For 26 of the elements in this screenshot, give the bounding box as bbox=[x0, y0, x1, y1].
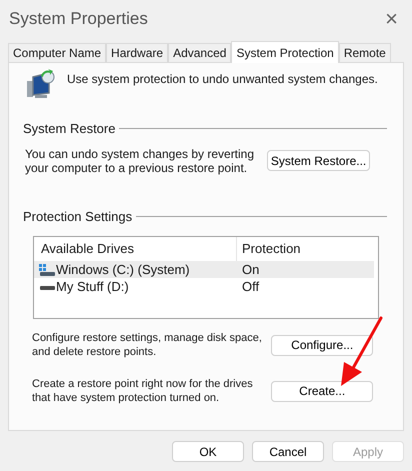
tab[interactable]: Advanced bbox=[168, 43, 232, 62]
drive-row[interactable]: My Stuff (D:) Off bbox=[34, 278, 374, 295]
drive-name: Windows (C:) (System) bbox=[56, 260, 190, 279]
dialog-button[interactable]: Cancel bbox=[252, 441, 324, 462]
dialog-button[interactable]: OK bbox=[172, 441, 244, 462]
intro-text: Use system protection to undo unwanted system changes. bbox=[67, 71, 378, 88]
protection-status: Off bbox=[241, 278, 260, 296]
window-title: System Properties bbox=[9, 8, 148, 30]
protection-status: On bbox=[241, 260, 260, 279]
tab[interactable]: Hardware bbox=[106, 43, 168, 62]
dialog-button[interactable]: Configure... bbox=[271, 334, 373, 356]
drive-name: My Stuff (D:) bbox=[56, 278, 129, 296]
dialog-button[interactable]: Create... bbox=[271, 380, 373, 402]
column-header: Protection bbox=[241, 240, 302, 258]
tab[interactable]: System Protection bbox=[231, 41, 339, 63]
tab[interactable]: Computer Name bbox=[8, 43, 106, 62]
dialog-button[interactable]: System Restore... bbox=[267, 150, 370, 171]
group-heading: Protection Settings bbox=[23, 208, 132, 226]
tab[interactable]: Remote bbox=[338, 43, 391, 62]
description-text: You can undo system changes by reverting your computer to a previous restore point. bbox=[25, 146, 256, 174]
drive-icon bbox=[39, 264, 55, 276]
group-heading: System Restore bbox=[23, 120, 116, 138]
description-text: Create a restore point right now for the drives that have system protection turned on. bbox=[32, 377, 254, 405]
description-text: Configure restore settings, manage disk space, and delete restore points. bbox=[32, 331, 263, 359]
close-button[interactable]: × bbox=[385, 8, 398, 30]
drive-row[interactable]: Windows (C:) (System) On bbox=[34, 261, 374, 278]
